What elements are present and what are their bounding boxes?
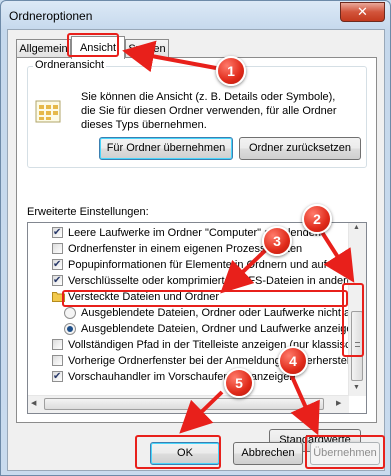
callout-4: 4 (278, 346, 308, 376)
checkbox[interactable] (52, 273, 63, 289)
checkbox[interactable] (52, 369, 63, 385)
callout-5: 5 (224, 368, 254, 398)
reset-folders-button[interactable]: Ordner zurücksetzen (239, 137, 361, 160)
callout-1: 1 (216, 56, 246, 86)
scroll-thumb[interactable] (351, 311, 363, 381)
callout-3: 3 (262, 226, 292, 256)
folder-options-window: Ordneroptionen ✕ Allgemein Ansicht Suche… (0, 0, 391, 476)
folder-icon (52, 292, 65, 302)
folder-view-description: Sie können die Ansicht (z. B. Details od… (81, 91, 337, 131)
radio-button[interactable] (64, 307, 76, 319)
scroll-down-icon[interactable]: ▼ (353, 384, 360, 391)
folder-view-group-label: Ordneransicht (33, 59, 107, 71)
dialog-client: Allgemein Ansicht Suchen Ordneransicht S… (7, 29, 385, 471)
title-bar: Ordneroptionen ✕ (1, 1, 390, 29)
scroll-up-icon[interactable]: ▲ (353, 224, 360, 231)
close-icon: ✕ (357, 4, 368, 19)
apply-button[interactable]: Übernehmen (310, 442, 380, 465)
scroll-left-icon[interactable]: ◀ (31, 399, 36, 407)
vertical-scrollbar[interactable]: ▲ ▼ (348, 223, 366, 396)
tab-suchen[interactable]: Suchen (125, 39, 169, 58)
folder-view-icon (35, 100, 61, 123)
checkbox[interactable] (52, 225, 63, 241)
radio-button[interactable] (64, 323, 76, 335)
callout-2: 2 (302, 204, 332, 234)
checkbox[interactable] (52, 243, 63, 254)
apply-to-folders-button[interactable]: Für Ordner übernehmen (99, 137, 233, 160)
ok-button[interactable]: OK (150, 442, 220, 465)
checkbox[interactable] (52, 355, 63, 366)
checkbox[interactable] (52, 257, 63, 273)
tab-allgemein[interactable]: Allgemein (16, 39, 71, 58)
advanced-settings-label: Erweiterte Einstellungen: (27, 206, 149, 218)
close-button[interactable]: ✕ (340, 2, 385, 22)
tab-ansicht[interactable]: Ansicht (71, 36, 125, 59)
horizontal-scrollbar[interactable]: ◀ ▶ (28, 395, 349, 413)
ansicht-panel: Ordneransicht Sie können die Ansicht (z.… (16, 57, 377, 452)
cancel-button[interactable]: Abbrechen (233, 442, 303, 465)
checkbox[interactable] (52, 339, 63, 350)
horizontal-scroll-thumb[interactable] (44, 398, 324, 410)
window-title: Ordneroptionen (9, 9, 93, 23)
scroll-right-icon[interactable]: ▶ (336, 399, 341, 407)
advanced-settings-list[interactable]: Leere Laufwerke im Ordner "Computer" aus… (27, 222, 367, 414)
